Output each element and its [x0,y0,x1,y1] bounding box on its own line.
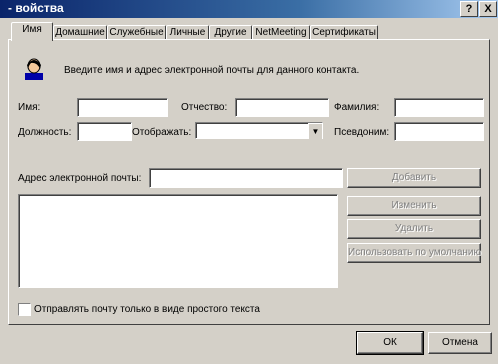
tab-other[interactable]: Другие [209,25,252,40]
button-label: ОК [383,337,397,348]
tab-label: Личные [169,27,206,38]
help-button[interactable]: ? [460,1,478,17]
tab-certificates[interactable]: Сертификаты [310,25,378,40]
email-field[interactable] [149,168,343,188]
close-button[interactable]: X [479,1,497,17]
tab-label: Имя [22,24,42,35]
tab-label: Служебные [109,27,164,38]
tab-label: Сертификаты [312,27,376,38]
tab-business[interactable]: Служебные [107,25,166,40]
tab-label: Другие [214,27,247,38]
nickname-field[interactable] [394,122,484,141]
cancel-button[interactable]: Отмена [428,332,492,354]
middle-name-field[interactable] [235,98,329,117]
job-title-label: Должность: [18,127,72,138]
display-dropdown[interactable]: ▼ [195,122,323,139]
title-bar[interactable]: - войства ? X [0,0,498,18]
first-name-label: Имя: [18,102,41,113]
intro-text: Введите имя и адрес электронной почты дл… [64,65,360,76]
display-label: Отображать: [132,127,192,138]
add-email-button[interactable]: Добавить [347,168,481,188]
job-title-field[interactable] [77,122,132,141]
tab-personal[interactable]: Личные [166,25,209,40]
window-title: - войства [8,1,64,15]
tab-label: Домашние [55,27,105,38]
button-label: Использовать по умолчанию [348,247,481,258]
plain-text-checkbox[interactable] [18,303,31,316]
set-default-email-button[interactable]: Использовать по умолчанию [347,243,481,263]
plain-text-label: Отправлять почту только в виде простого … [34,304,260,315]
close-icon: X [484,3,492,15]
tab-name[interactable]: Имя [11,22,53,41]
remove-email-button[interactable]: Удалить [347,219,481,239]
button-label: Отмена [442,337,478,348]
button-label: Добавить [391,172,437,183]
first-name-field[interactable] [77,98,168,117]
tab-home[interactable]: Домашние [53,25,107,40]
contact-person-icon [23,57,45,81]
help-icon: ? [465,3,473,15]
tab-netmeeting[interactable]: NetMeeting [252,25,310,40]
last-name-label: Фамилия: [334,102,380,113]
edit-email-button[interactable]: Изменить [347,196,481,216]
email-label: Адрес электронной почты: [18,173,142,184]
chevron-down-icon[interactable]: ▼ [308,123,322,139]
nickname-label: Псевдоним: [334,127,390,138]
last-name-field[interactable] [394,98,484,117]
email-list[interactable] [18,194,338,288]
button-label: Изменить [391,200,437,211]
ok-button[interactable]: ОК [357,332,423,354]
middle-name-label: Отчество: [181,102,228,113]
button-label: Удалить [394,223,434,234]
tab-label: NetMeeting [255,27,307,38]
